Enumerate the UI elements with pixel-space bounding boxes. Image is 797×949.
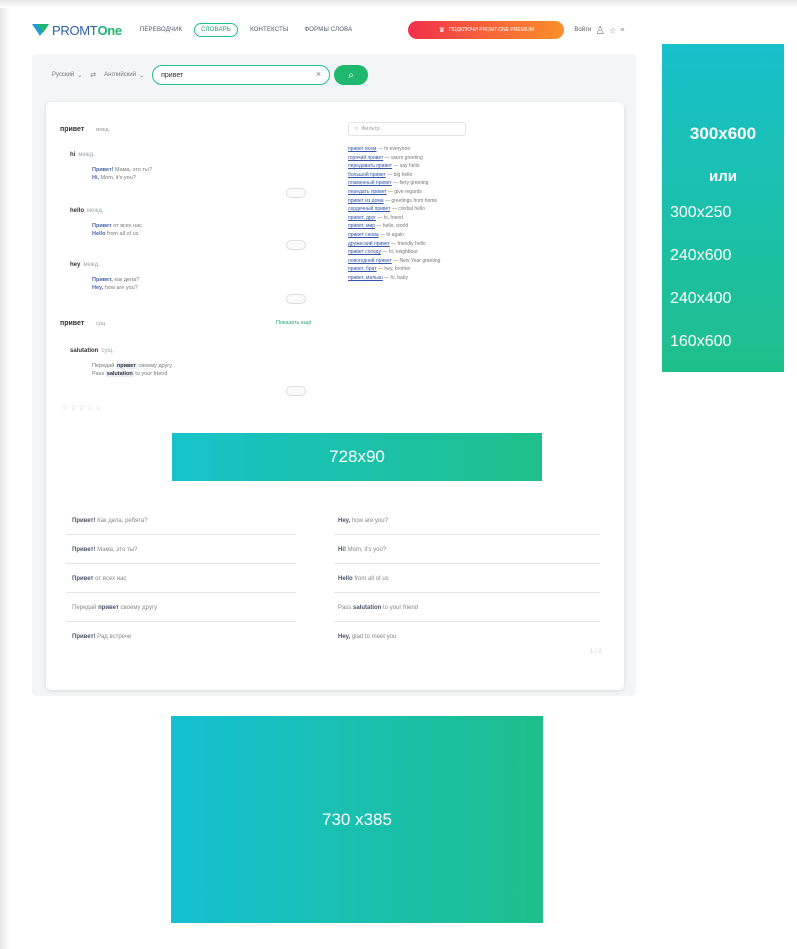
phrase-item[interactable]: привет соседу — hi, neighbour bbox=[348, 249, 418, 255]
context-example[interactable]: Привет! Мама, это ты? bbox=[72, 547, 137, 553]
header: PROMTOne ПЕРЕВОДЧИК СЛОВАРЬ КОНТЕКСТЫ ФО… bbox=[32, 18, 642, 42]
example-pair: Привет, как дела? Hey, how are you? bbox=[92, 277, 140, 291]
phrase-item[interactable]: передать привет — give regards bbox=[348, 189, 422, 195]
context-example[interactable]: Pass salutation to your friend bbox=[338, 605, 418, 611]
phrase-item[interactable]: сердечный привет — cordial hello bbox=[348, 206, 425, 212]
page-top-shadow bbox=[0, 0, 797, 8]
pagination[interactable]: 1 / 2 bbox=[590, 649, 602, 655]
context-example[interactable]: Hi! Mom, it's you? bbox=[338, 547, 386, 553]
dictionary-panel: Русский ⌄ ⇄ Английский ⌄ привет × ⌕ привет… bbox=[32, 54, 636, 696]
expand-toggle[interactable] bbox=[286, 188, 306, 198]
phrase-item[interactable]: привет, малыш — hi, baby bbox=[348, 275, 408, 281]
context-example[interactable]: Привет от всех нас bbox=[72, 576, 126, 582]
divider bbox=[334, 592, 600, 593]
crown-icon: ♛ bbox=[438, 27, 446, 34]
divider bbox=[334, 534, 600, 535]
main-nav: ПЕРЕВОДЧИК СЛОВАРЬ КОНТЕКСТЫ ФОРМЫ СЛОВА bbox=[136, 23, 357, 37]
ad-size-alt: 300x250 bbox=[670, 204, 732, 221]
ad-size-alt: 240x400 bbox=[670, 290, 732, 307]
entry-headword: привет bbox=[60, 320, 85, 327]
nav-dictionary[interactable]: СЛОВАРЬ bbox=[194, 23, 239, 37]
logo[interactable]: PROMTOne bbox=[32, 23, 122, 38]
results-card: привет межд. hi межд. Привет! Мама, это т… bbox=[46, 102, 624, 690]
filter-placeholder: Фильтр bbox=[361, 126, 380, 132]
phrase-item[interactable]: большой привет — big hello bbox=[348, 172, 412, 178]
filter-input[interactable]: ⌕ Фильтр bbox=[348, 122, 466, 136]
page-edge-shadow bbox=[0, 0, 10, 949]
example-pair: Привет от всех нас Hello from all of us bbox=[92, 223, 142, 237]
ad-banner-bottom[interactable]: 730 x385 bbox=[171, 716, 543, 923]
phrase-item[interactable]: новогодний привет — New Year greeting bbox=[348, 258, 440, 264]
divider bbox=[66, 621, 296, 622]
source-language-select[interactable]: Русский ⌄ bbox=[52, 72, 82, 79]
ad-banner-sidebar[interactable]: 300x600 или 300x250 240x600 240x400 160x… bbox=[662, 44, 784, 372]
context-example[interactable]: Hello from all of us bbox=[338, 576, 389, 582]
context-example[interactable]: Hey, glad to meet you bbox=[338, 634, 396, 640]
phrase-item[interactable]: дружеский привет — friendly hello bbox=[348, 241, 426, 247]
user-icon[interactable]: ♙ bbox=[595, 24, 605, 37]
phrase-item[interactable]: передавать привет — say hello bbox=[348, 163, 420, 169]
divider bbox=[334, 563, 600, 564]
phrase-item[interactable]: привет всем — hi everyone bbox=[348, 146, 410, 152]
phrase-item[interactable]: привет, брат — hey, brother bbox=[348, 266, 411, 272]
translation-word[interactable]: hey межд. bbox=[70, 262, 100, 268]
target-language-select[interactable]: Английский ⌄ bbox=[104, 72, 144, 79]
nav-word-forms[interactable]: ФОРМЫ СЛОВА bbox=[301, 23, 357, 37]
expand-toggle[interactable] bbox=[286, 386, 306, 396]
login-link[interactable]: Войти bbox=[574, 27, 591, 33]
phrase-item[interactable]: пламенный привет — fiery greeting bbox=[348, 180, 428, 186]
nav-contexts[interactable]: КОНТЕКСТЫ bbox=[246, 23, 292, 37]
example-pair: Привет! Мама, это ты? Hi, Mom, it's you? bbox=[92, 167, 152, 181]
nav-translator[interactable]: ПЕРЕВОДЧИК bbox=[136, 23, 186, 37]
expand-toggle[interactable] bbox=[286, 240, 306, 250]
context-example[interactable]: Hey, how are you? bbox=[338, 518, 388, 524]
translation-word[interactable]: salutation сущ. bbox=[70, 348, 114, 354]
phrase-item[interactable]: привет снова — hi again bbox=[348, 232, 404, 238]
premium-label: ПОДКЛЮЧИ PROMT.ONE PREMIUM bbox=[449, 27, 534, 33]
premium-button[interactable]: ♛ ПОДКЛЮЧИ PROMT.ONE PREMIUM bbox=[408, 21, 565, 39]
logo-text: PROMTOne bbox=[52, 22, 122, 38]
close-icon[interactable]: × bbox=[316, 69, 321, 79]
ad-size-alt: 160x600 bbox=[670, 333, 732, 350]
chevron-down-icon: ⌄ bbox=[139, 72, 145, 79]
show-more-link[interactable]: Показать ещё bbox=[276, 320, 312, 326]
context-example[interactable]: Передай привет своему другу bbox=[72, 605, 157, 611]
divider bbox=[66, 592, 296, 593]
entry-headword: привет bbox=[60, 126, 85, 133]
expand-toggle[interactable] bbox=[286, 294, 306, 304]
phrase-item[interactable]: горячий привет — warm greeting bbox=[348, 155, 423, 161]
phrase-item[interactable]: привет из дома — greetings from home bbox=[348, 198, 437, 204]
phrase-item[interactable]: привет, друг — hi, friend bbox=[348, 215, 403, 221]
translation-word[interactable]: hello межд. bbox=[70, 208, 104, 214]
ad-size-alt: 240x600 bbox=[670, 247, 732, 264]
ad-banner-leaderboard[interactable]: 728x90 bbox=[172, 433, 542, 481]
context-example[interactable]: Привет! Рад встрече bbox=[72, 634, 131, 640]
divider bbox=[66, 563, 296, 564]
swap-languages-icon[interactable]: ⇄ bbox=[90, 71, 96, 79]
entry-pos: межд. bbox=[96, 127, 110, 133]
search-input[interactable]: привет × bbox=[152, 65, 331, 85]
entry-pos: сущ. bbox=[96, 321, 107, 327]
menu-icon[interactable]: ≡ bbox=[620, 27, 624, 34]
divider bbox=[334, 621, 600, 622]
search-icon: ⌕ bbox=[348, 69, 354, 81]
star-icon[interactable]: ☆ bbox=[609, 26, 616, 35]
rating-stars[interactable]: ☆☆☆☆☆ bbox=[62, 404, 103, 412]
ad-or-label: или bbox=[709, 168, 737, 185]
search-icon: ⌕ bbox=[355, 125, 359, 132]
context-example[interactable]: Привет! Как дела, ребята? bbox=[72, 518, 148, 524]
ad-main-size: 300x600 bbox=[689, 124, 757, 143]
phrase-item[interactable]: привет, мир — hello, world bbox=[348, 223, 408, 229]
translation-word[interactable]: hi межд. bbox=[70, 152, 95, 158]
promt-logo-icon bbox=[32, 23, 49, 37]
search-button[interactable]: ⌕ bbox=[334, 65, 369, 85]
search-bar: Русский ⌄ ⇄ Английский ⌄ привет × ⌕ bbox=[52, 64, 369, 86]
example-pair: Передай привет своему другу Pass salutat… bbox=[92, 363, 173, 377]
search-value: привет bbox=[161, 71, 184, 79]
chevron-down-icon: ⌄ bbox=[77, 72, 83, 79]
divider bbox=[66, 534, 296, 535]
